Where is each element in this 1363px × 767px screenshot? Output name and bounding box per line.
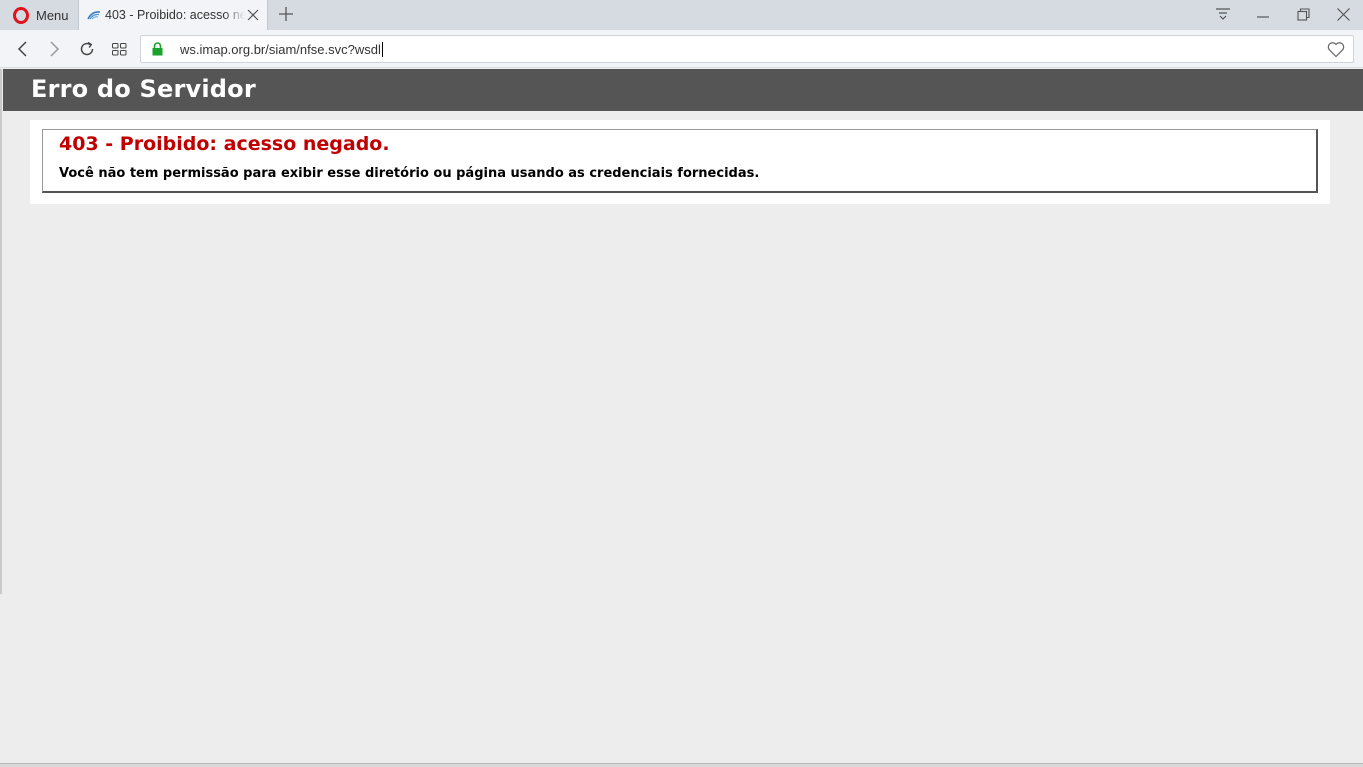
tab-title: 403 - Proibido: acesso negado. xyxy=(105,8,245,22)
minimize-icon[interactable] xyxy=(1252,4,1274,24)
address-bar[interactable]: ws.imap.org.br/siam/nfse.svc?wsdl xyxy=(140,35,1354,63)
opera-menu-button[interactable]: Menu xyxy=(0,0,76,30)
text-caret xyxy=(381,42,383,57)
error-title: 403 - Proibido: acesso negado. xyxy=(59,133,390,155)
url-input[interactable]: ws.imap.org.br/siam/nfse.svc?wsdl xyxy=(180,42,383,57)
url-text: ws.imap.org.br/siam/nfse.svc?wsdl xyxy=(180,42,381,57)
browser-toolbar: ws.imap.org.br/siam/nfse.svc?wsdl xyxy=(0,30,1363,68)
reload-icon[interactable] xyxy=(76,38,98,60)
restore-icon[interactable] xyxy=(1292,4,1314,24)
forward-icon[interactable] xyxy=(43,38,65,60)
tab-active[interactable]: 403 - Proibido: acesso negado. xyxy=(78,0,268,30)
error-message: Você não tem permissão para exibir esse … xyxy=(59,166,760,181)
close-tab-icon[interactable] xyxy=(245,7,261,23)
opera-logo-icon xyxy=(13,6,29,24)
menu-label: Menu xyxy=(36,7,69,23)
taskbar-edge xyxy=(0,763,1363,767)
site-favicon-icon xyxy=(87,8,101,22)
tab-menu-icon[interactable] xyxy=(1212,4,1234,24)
new-tab-icon[interactable] xyxy=(276,4,296,24)
page-viewport: Erro do Servidor 403 - Proibido: acesso … xyxy=(0,69,1363,767)
server-error-header: Erro do Servidor xyxy=(3,69,1363,111)
close-window-icon[interactable] xyxy=(1332,4,1354,24)
page-title: Erro do Servidor xyxy=(31,75,256,103)
content-panel: 403 - Proibido: acesso negado. Você não … xyxy=(30,120,1330,204)
speed-dial-icon[interactable] xyxy=(108,38,130,60)
error-fieldset: 403 - Proibido: acesso negado. Você não … xyxy=(42,129,1318,193)
bookmark-heart-icon[interactable] xyxy=(1327,41,1345,58)
tab-strip: Menu 403 - Proibido: acesso negado. xyxy=(0,0,1363,30)
page-edge xyxy=(0,69,2,594)
lock-icon[interactable] xyxy=(151,42,164,56)
back-icon[interactable] xyxy=(12,38,34,60)
